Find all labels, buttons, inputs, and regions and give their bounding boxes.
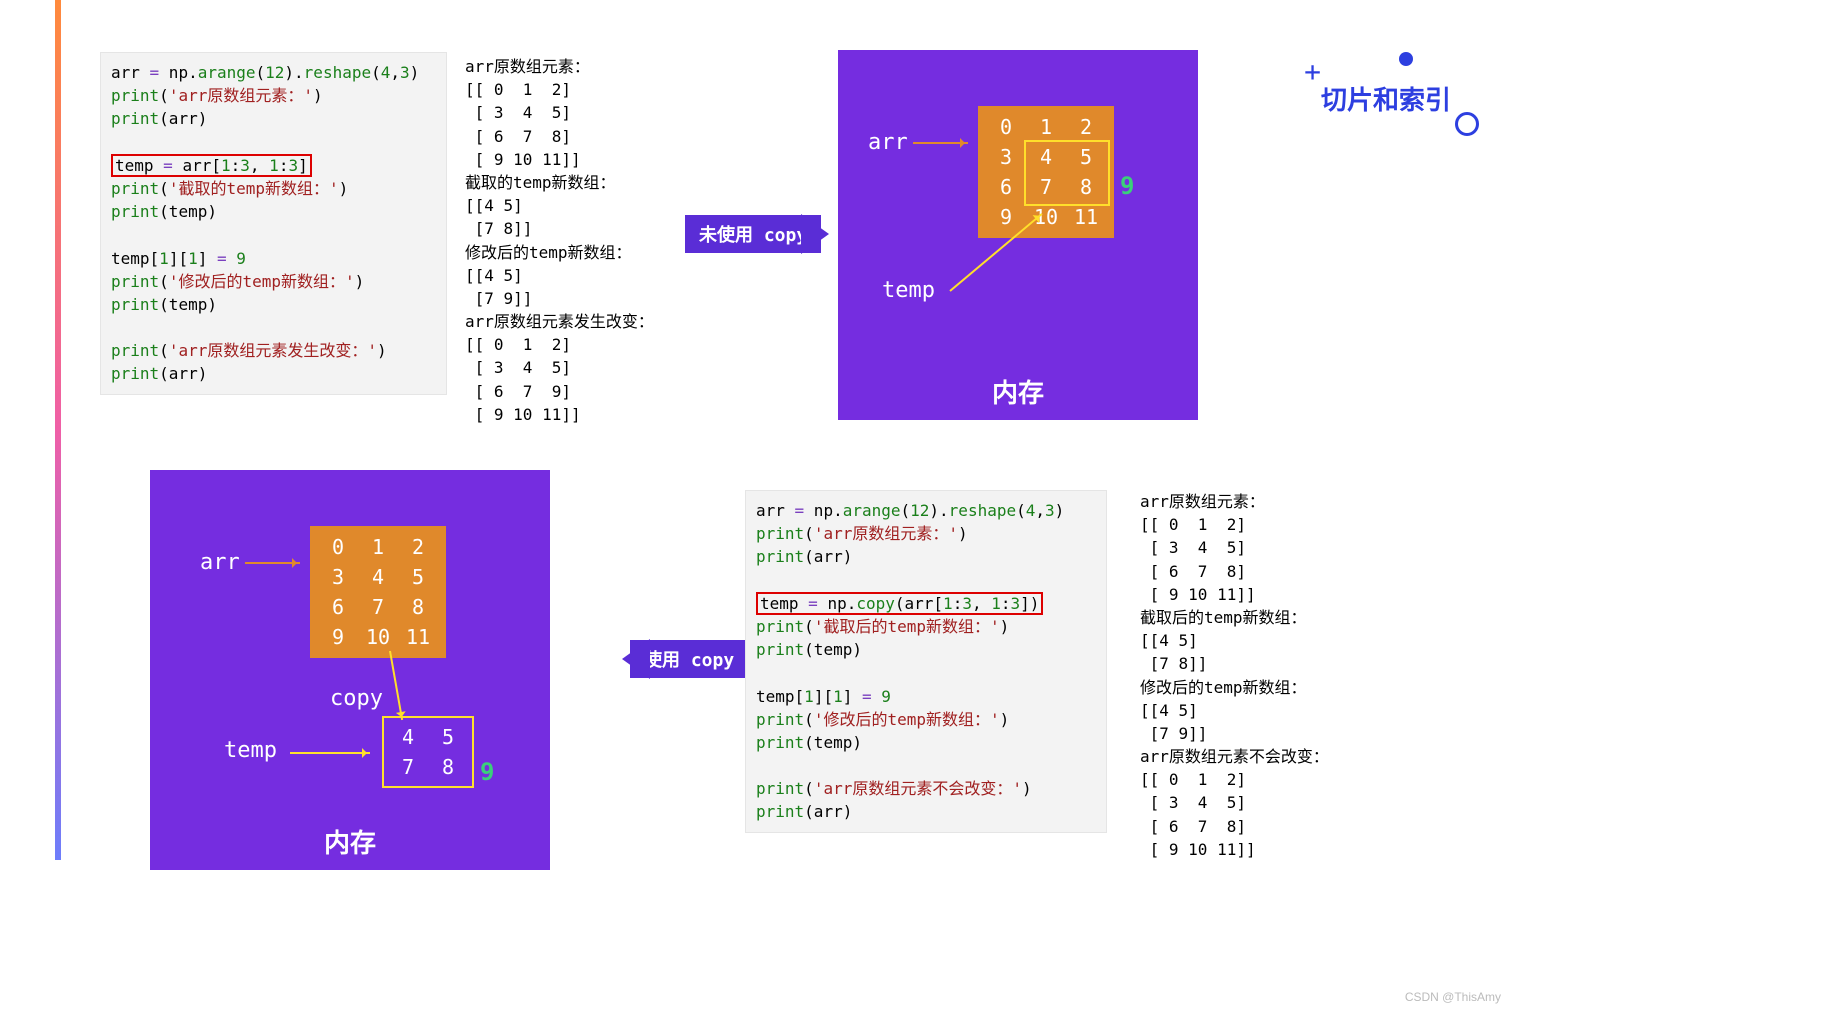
- arr-arrow-icon: [245, 562, 300, 564]
- slice-highlight: [1024, 140, 1110, 206]
- copy-arrow-icon: [389, 651, 403, 720]
- flow-arrow-no-copy: 未使用 copy: [685, 215, 821, 253]
- output-copy: arr原数组元素： [[ 0 1 2] [ 3 4 5] [ 6 7 8] [ …: [1140, 490, 1329, 861]
- temp-arrow-icon: [290, 752, 370, 754]
- nine-indicator: 9: [480, 758, 494, 786]
- output-no-copy: arr原数组元素： [[ 0 1 2] [ 3 4 5] [ 6 7 8] [ …: [465, 55, 654, 426]
- watermark: CSDN @ThisAmy: [1405, 990, 1501, 1004]
- memory-copy: 内存 arr 012 345 678 91011 copy temp 45 78…: [150, 470, 550, 870]
- arr-arrow-icon: [913, 142, 968, 144]
- memory-caption: 内存: [150, 823, 550, 860]
- accent-bar: [55, 0, 61, 860]
- copy-label: copy: [330, 686, 383, 711]
- arr-block: 012 345 678 91011: [310, 526, 446, 658]
- flow-arrow-copy: 使用 copy: [630, 640, 748, 678]
- temp-block: 45 78: [382, 716, 474, 788]
- code-no-copy: arr = np.arange(12).reshape(4,3) print('…: [100, 52, 447, 395]
- code-copy: arr = np.arange(12).reshape(4,3) print('…: [745, 490, 1107, 833]
- memory-no-copy: 内存 arr 012 345 678 91011 9 temp: [838, 50, 1198, 420]
- memory-caption: 内存: [838, 373, 1198, 410]
- temp-label: temp: [224, 738, 277, 763]
- temp-label: temp: [882, 278, 935, 303]
- ring-icon: [1455, 112, 1479, 136]
- arr-label: arr: [200, 550, 240, 575]
- page-title: 切片和索引: [1321, 80, 1451, 117]
- arr-label: arr: [868, 130, 908, 155]
- plus-icon: +: [1304, 58, 1321, 86]
- dot-icon: [1399, 52, 1413, 66]
- nine-indicator: 9: [1120, 172, 1134, 200]
